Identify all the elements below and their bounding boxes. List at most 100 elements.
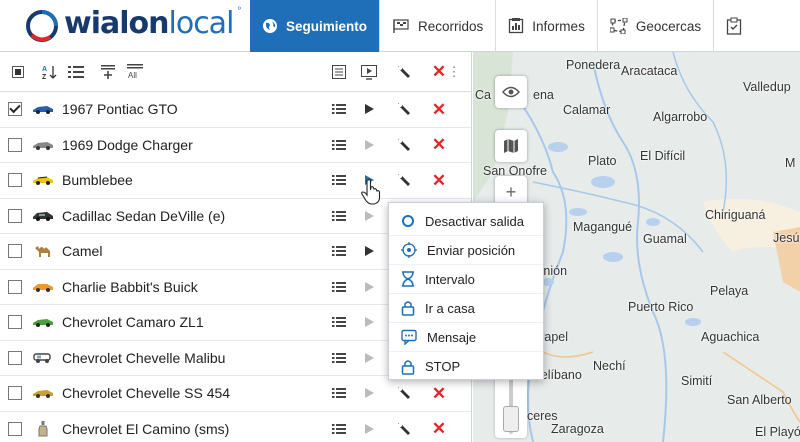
unit-checkbox[interactable] [8,386,22,401]
unit-info-icon[interactable] [330,171,348,189]
header-delete-icon[interactable]: ✕ [430,63,448,81]
tab-tasks[interactable] [713,0,772,52]
map-label: Aguachica [701,330,760,344]
units-toolbar: AZ All ✕ ⋮ [0,52,471,92]
map-layers-button[interactable] [495,130,527,162]
app: { "brand": {"logo_text_a": "wialon", "lo… [0,0,800,442]
globe-icon [263,19,277,33]
unit-commands-play-icon[interactable] [360,242,378,260]
add-units-icon[interactable] [98,62,118,82]
map-label: M [785,156,796,170]
zoom-slider-handle[interactable] [503,406,519,432]
map-label: Pelaya [710,284,749,298]
menu-item-enviar-posicion[interactable]: Enviar posición [389,236,543,265]
menu-item-ir-a-casa[interactable]: Ir a casa [389,294,543,323]
map-label: Jesú [773,231,800,245]
menu-item-label: STOP [425,359,461,374]
show-all-icon[interactable]: All [124,62,146,82]
menu-item-stop[interactable]: STOP [389,352,543,381]
target-icon [401,242,417,258]
header-wrench-icon[interactable] [395,63,413,81]
unit-checkbox[interactable] [8,421,22,436]
unit-row[interactable]: Bumblebee ✕ [0,163,471,199]
sort-az-icon[interactable]: AZ [40,62,60,82]
unit-wrench-icon[interactable] [395,100,413,118]
unit-info-icon[interactable] [330,349,348,367]
unit-row[interactable]: 1969 Dodge Charger ✕ [0,128,471,163]
more-options-icon[interactable]: ⋮ [448,63,461,81]
unit-info-icon[interactable] [330,278,348,296]
tab-seguimiento[interactable]: Seguimiento [250,0,380,52]
lock-icon [401,359,415,375]
unit-commands-play-icon[interactable] [360,349,378,367]
map-label: El Playó [755,425,800,439]
tab-informes[interactable]: Informes [495,0,597,52]
hand-cursor-icon [361,179,381,205]
unit-checkbox[interactable] [8,350,22,365]
logo-text: wialonlocal [64,6,234,41]
header-commands-icon[interactable] [360,63,378,81]
menu-item-intervalo[interactable]: Intervalo [389,265,543,294]
unit-wrench-icon[interactable] [395,420,413,438]
unit-row[interactable]: Chevrolet Chevelle SS 454 ✕ [0,376,471,412]
unit-checkbox[interactable] [8,102,22,117]
unit-commands-play-icon[interactable] [360,384,378,402]
unit-commands-play-icon[interactable] [360,136,378,154]
unit-checkbox[interactable] [8,315,22,330]
header-info-icon[interactable] [330,63,348,81]
tab-label: Recorridos [418,18,484,34]
unit-commands-play-icon[interactable] [360,100,378,118]
unit-commands-play-icon[interactable] [360,313,378,331]
unit-commands-play-icon[interactable] [360,207,378,225]
unit-row[interactable]: Chevrolet El Camino (sms) ✕ [0,412,471,442]
bottle-icon [32,420,54,437]
unit-info-icon[interactable] [330,313,348,331]
list-view-icon[interactable] [66,62,86,82]
tab-label: Informes [532,18,585,34]
unit-checkbox[interactable] [8,173,22,188]
eye-icon [502,86,520,98]
unit-info-icon[interactable] [330,384,348,402]
map-visibility-button[interactable] [495,76,527,108]
logo-degree-mark: ° [237,6,242,17]
map-label: ena [533,88,554,102]
unit-commands-play-icon[interactable] [360,420,378,438]
tab-recorridos[interactable]: Recorridos [379,0,495,52]
unit-checkbox[interactable] [8,208,22,223]
unit-delete-icon[interactable]: ✕ [430,384,448,402]
wialon-logo[interactable]: wialonlocal ° [0,0,250,51]
unit-delete-icon[interactable]: ✕ [430,136,448,154]
unit-commands-play-icon[interactable] [360,278,378,296]
map-label: Zaragoza [551,422,604,436]
unit-delete-icon[interactable]: ✕ [430,420,448,438]
unit-delete-icon[interactable]: ✕ [430,100,448,118]
menu-item-desactivar-salida[interactable]: Desactivar salida [389,207,543,236]
unit-wrench-icon[interactable] [395,171,413,189]
unit-row[interactable]: 1967 Pontiac GTO ✕ [0,92,471,128]
geofence-icon [609,18,628,34]
map-label: Ca [475,88,491,102]
tab-label: Seguimiento [286,18,368,34]
commands-menu: Desactivar salida Enviar posición Interv… [388,202,544,380]
unit-info-icon[interactable] [330,207,348,225]
unit-info-icon[interactable] [330,136,348,154]
menu-item-label: Intervalo [425,271,475,287]
unit-delete-icon[interactable]: ✕ [430,171,448,189]
unit-checkbox[interactable] [8,244,22,259]
map-label: San Alberto [727,393,792,407]
unit-wrench-icon[interactable] [395,384,413,402]
lock-icon [401,301,415,316]
clipboard-icon [726,17,742,35]
green-car-icon [32,315,54,329]
yellow-car-icon [32,173,54,187]
unit-wrench-icon[interactable] [395,136,413,154]
select-all-checkbox[interactable] [8,62,28,82]
menu-item-label: Enviar posición [427,242,516,258]
unit-info-icon[interactable] [330,242,348,260]
unit-info-icon[interactable] [330,100,348,118]
unit-info-icon[interactable] [330,420,348,438]
menu-item-mensaje[interactable]: Mensaje [389,323,543,352]
tab-geocercas[interactable]: Geocercas [596,0,713,52]
unit-checkbox[interactable] [8,137,22,152]
unit-checkbox[interactable] [8,279,22,294]
